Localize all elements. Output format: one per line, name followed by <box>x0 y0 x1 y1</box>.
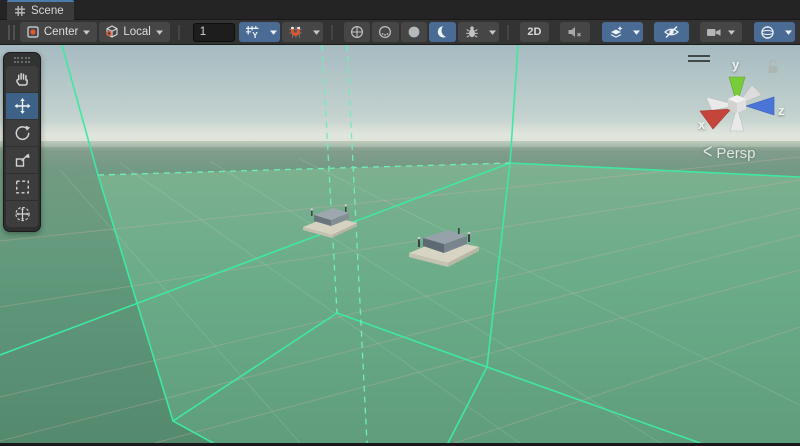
grid-icon <box>14 5 26 17</box>
pivot-mode-label: Center <box>44 26 79 38</box>
projection-arrow-icon: < <box>703 142 712 165</box>
scene-audio-button[interactable] <box>560 22 590 42</box>
scene-tab[interactable]: Scene <box>7 0 74 20</box>
scene-visibility-button[interactable] <box>654 22 688 42</box>
snap-increment-input[interactable] <box>193 23 235 42</box>
moon-icon <box>436 25 450 39</box>
scene-lighting-button[interactable] <box>429 22 456 42</box>
pivot-mode-button[interactable]: Center <box>20 22 98 42</box>
solid-mode-button[interactable] <box>401 22 428 42</box>
hand-icon <box>13 70 32 88</box>
bug-icon <box>465 25 479 39</box>
rotate-icon <box>13 124 32 142</box>
scale-tool[interactable] <box>6 147 38 173</box>
eye-hidden-icon <box>663 25 680 39</box>
unity-scene-window: Scene Center Local <box>0 0 800 446</box>
gizmos-dropdown[interactable] <box>782 22 795 42</box>
scene-tab-label: Scene <box>31 5 64 17</box>
orientation-mode-label: Local <box>123 26 151 38</box>
tab-strip: Scene <box>0 0 800 20</box>
transform-tool[interactable] <box>6 201 38 227</box>
rect-icon <box>13 178 32 196</box>
draw-mode-button[interactable] <box>344 22 371 42</box>
svg-text:Y: Y <box>252 30 258 39</box>
gizmos-button[interactable] <box>754 22 782 42</box>
pivot-center-icon <box>26 25 40 39</box>
orientation-mode-button[interactable]: Local <box>99 22 170 42</box>
scene-viewport[interactable]: y x z < Persp <box>0 45 800 443</box>
axis-x-label[interactable]: x <box>698 117 705 132</box>
magnet-snap-dropdown[interactable] <box>310 22 323 42</box>
chevron-down-icon <box>784 29 793 36</box>
tool-palette <box>3 52 41 232</box>
grid-snap-button[interactable]: Y <box>239 22 267 42</box>
debug-mode-dropdown[interactable] <box>486 22 499 42</box>
effects-button[interactable] <box>602 22 630 42</box>
axis-z-label[interactable]: z <box>778 103 785 118</box>
chevron-down-icon <box>727 29 736 36</box>
filled-circle-icon <box>407 25 421 39</box>
toolbar-separator <box>178 25 183 40</box>
wireframe-sphere-icon <box>350 25 364 39</box>
toolbar-separator <box>507 25 512 40</box>
debug-mode-button[interactable] <box>458 22 486 42</box>
hand-tool[interactable] <box>6 66 38 92</box>
cube-axes-icon <box>105 25 119 39</box>
chevron-down-icon <box>269 29 278 36</box>
chevron-down-icon <box>82 29 91 36</box>
2d-mode-label: 2D <box>527 26 541 38</box>
palette-drag-handle[interactable] <box>6 56 38 64</box>
hamburger-icon[interactable] <box>688 55 710 64</box>
camera-settings-button[interactable] <box>700 22 742 42</box>
effects-dropdown[interactable] <box>630 22 643 42</box>
shaded-mode-button[interactable] <box>372 22 399 42</box>
layers-star-icon <box>609 25 624 39</box>
scale-icon <box>13 151 32 169</box>
lock-open-icon[interactable] <box>766 59 780 75</box>
rect-tool[interactable] <box>6 174 38 200</box>
horizon-haze <box>0 121 800 151</box>
chevron-down-icon <box>155 29 164 36</box>
chevron-down-icon <box>312 29 321 36</box>
camera-icon <box>706 26 722 39</box>
toolbar-separator <box>331 25 336 40</box>
magnet-snap-button[interactable] <box>282 22 310 42</box>
move-tool[interactable] <box>6 93 38 119</box>
chevron-down-icon <box>632 29 641 36</box>
dotted-sphere-icon <box>378 25 392 39</box>
toolbar-drag-handle[interactable] <box>8 25 15 40</box>
rotate-tool[interactable] <box>6 120 38 146</box>
projection-label: Persp <box>716 145 755 162</box>
grid-snap-y-icon: Y <box>245 25 260 39</box>
orbit-gizmo-icon <box>760 25 775 40</box>
move-icon <box>13 97 32 115</box>
magnet-icon <box>288 25 303 39</box>
2d-mode-button[interactable]: 2D <box>520 22 549 42</box>
projection-toggle[interactable]: < Persp <box>703 144 756 162</box>
grid-snap-dropdown[interactable] <box>267 22 280 42</box>
axis-y-label[interactable]: y <box>732 57 739 72</box>
scene-toolbar: Center Local Y <box>0 20 800 45</box>
speaker-muted-icon <box>567 25 583 39</box>
scene-canvas[interactable] <box>0 45 800 443</box>
chevron-down-icon <box>488 29 497 36</box>
transform-icon <box>13 205 32 223</box>
